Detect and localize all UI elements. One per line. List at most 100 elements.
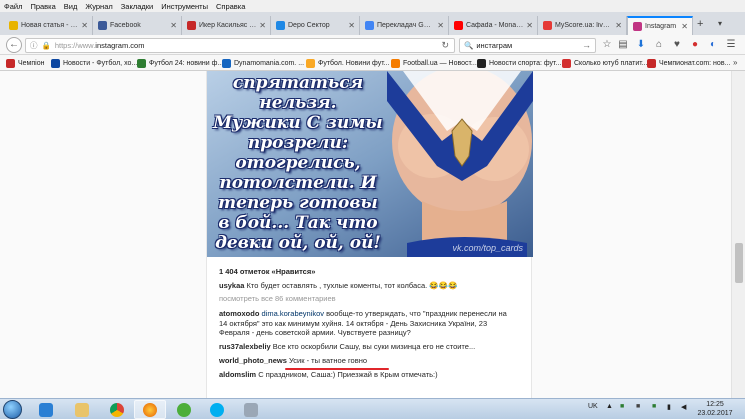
menu-file[interactable]: Файл [4,2,22,11]
menu-history[interactable]: Журнал [85,2,112,11]
tab-5[interactable]: Перекладач Goo... ✕ [360,16,449,35]
reload-icon[interactable]: ↻ [441,40,449,51]
adblock-icon[interactable]: ● [689,39,701,51]
tab-6[interactable]: Сафаda - Monac... ✕ [449,16,538,35]
menu-bookmarks[interactable]: Закладки [121,2,153,11]
back-button[interactable]: ← [6,37,22,53]
likes-count[interactable]: 1 404 отметок «Нравится» [219,267,315,276]
tab-1[interactable]: Новая статья - СPan... ✕ [4,16,93,35]
comment-username[interactable]: world_photo_news [219,356,287,365]
folder-icon [75,402,89,417]
bookmark-favicon-icon [137,58,146,68]
search-input[interactable]: инстаграм [476,41,512,50]
close-icon[interactable]: ✕ [526,21,533,30]
home-icon[interactable]: ⌂ [653,39,665,51]
clock-time: 12:25 [706,401,724,408]
bookmarks-overflow-icon[interactable]: » [733,58,737,67]
comment: atomoxodo dima.korabeynikov вообще-то ут… [219,309,515,338]
star-icon[interactable]: ☆ [601,39,613,51]
language-indicator[interactable]: UK [588,403,598,410]
comment-username[interactable]: atomoxodo [219,309,259,318]
tab-3[interactable]: Икер Касильяс у... ✕ [182,16,271,35]
comment: usykaa Кто будет оставлять , тухлые коме… [219,281,515,291]
scrollbar-thumb[interactable] [735,243,743,283]
extension-icon[interactable]: ◐ [707,39,719,51]
tab-7[interactable]: MyScore.ua: live ... ✕ [538,16,627,35]
taskbar-skype[interactable] [201,400,233,419]
taskbar-chrome[interactable] [101,400,133,419]
bookmark-favicon-icon [647,58,656,68]
comment-mention[interactable]: dima.korabeynikov [262,309,325,318]
facebook-icon [98,21,107,30]
close-icon[interactable]: ✕ [681,22,688,31]
tab-list-chevron-icon[interactable]: ▾ [718,19,722,28]
bookmark-label: Чемпионат.com: нов... [659,59,731,67]
bookmark-favicon-icon [222,58,231,68]
bookmark-5[interactable]: Футбол. Новини фут... [306,57,390,69]
bookmark-3[interactable]: Футбол 24: новини ф... [137,57,223,69]
comment-username[interactable]: rus37alexbeliy [219,342,271,351]
bookmark-8[interactable]: Сколько ютуб платит... [562,57,648,69]
tab-2[interactable]: Facebook ✕ [93,16,182,35]
bookmark-favicon-icon [562,58,571,68]
comment-username[interactable]: aldomslim [219,370,256,379]
comment-username[interactable]: usykaa [219,281,244,290]
bookmark-4[interactable]: Dynamomania.com. ... [222,57,304,69]
taskbar-explorer[interactable] [66,400,98,419]
info-icon[interactable]: ⓘ [30,40,38,51]
menu-tools[interactable]: Инструменты [161,2,208,11]
new-tab-icon[interactable]: + [697,18,703,30]
view-all-comments-link[interactable]: посмотреть все 86 комментариев [219,294,515,304]
close-icon[interactable]: ✕ [437,21,444,30]
tab-instagram[interactable]: Instagram ✕ [627,16,693,35]
close-icon[interactable]: ✕ [259,21,266,30]
tab-title: Новая статья - СPan... [21,22,78,29]
menu-view[interactable]: Вид [64,2,78,11]
tab-title: Facebook [110,22,141,29]
bookmark-6[interactable]: Football.ua — Новост... [391,57,477,69]
bookmark-2[interactable]: Новости - Футбол, хо... [51,57,137,69]
instagram-page: спрятаться нельзя. Мужики С зимы прозрел… [0,71,745,398]
close-icon[interactable]: ✕ [615,21,622,30]
menu-edit[interactable]: Правка [30,2,55,11]
tray-expand-icon[interactable]: ▲ [606,403,613,410]
close-icon[interactable]: ✕ [170,21,177,30]
taskbar-firefox[interactable] [134,400,166,419]
download-icon[interactable]: ⬇ [635,39,647,51]
tab-title: Depo Сектор [288,22,330,29]
bookmark-1[interactable]: Чемпіон [6,57,44,69]
address-bar[interactable]: ⓘ 🔒 https://www.instagram.com ↻ [25,38,455,53]
youtube-icon [454,21,463,30]
tray-utorrent-icon[interactable]: ■ [620,403,624,410]
pocket-icon[interactable]: ♥ [671,39,683,51]
post-image-caption: спрятаться нельзя. Мужики С зимы прозрел… [213,73,383,253]
tray-security-icon[interactable]: ■ [652,403,656,410]
page-scrollbar[interactable] [731,71,745,398]
taskbar-tool[interactable] [235,400,267,419]
tray-app-icon[interactable]: ■ [636,403,640,410]
reader-icon[interactable]: ▤ [617,39,629,51]
search-go-icon[interactable]: → [582,40,591,50]
taskbar-ie[interactable] [30,400,62,419]
network-icon[interactable]: ▮ [667,403,671,411]
comment: world_photo_news Усик - ты ватное говно [219,356,515,366]
comment-text: Все кто оскорбили Сашу, вы суки мизинца … [272,342,476,351]
bookmark-9[interactable]: Чемпионат.com: нов... [647,57,730,69]
post-image[interactable]: спрятаться нельзя. Мужики С зимы прозрел… [207,71,533,257]
search-box[interactable]: 🔍 инстаграм → [459,38,596,53]
menu-help[interactable]: Справка [216,2,245,11]
taskbar-utorrent[interactable] [168,400,200,419]
volume-icon[interactable]: ◀ [681,403,686,411]
internet-explorer-icon [39,402,53,417]
bookmark-7[interactable]: Новости спорта: фут... [477,57,561,69]
bookmarks-bar: Чемпіон Новости - Футбол, хо... Футбол 2… [0,55,745,71]
bookmark-label: Сколько ютуб платит... [574,59,648,67]
close-icon[interactable]: ✕ [81,21,88,30]
skype-icon [210,402,224,417]
tab-4[interactable]: Depo Сектор ✕ [271,16,360,35]
close-icon[interactable]: ✕ [348,21,355,30]
start-button[interactable] [3,400,22,419]
menu-icon[interactable]: ☰ [725,39,737,51]
system-clock[interactable]: 12:25 23.02.2017 [697,400,733,418]
bookmark-label: Футбол. Новини фут... [318,59,390,67]
